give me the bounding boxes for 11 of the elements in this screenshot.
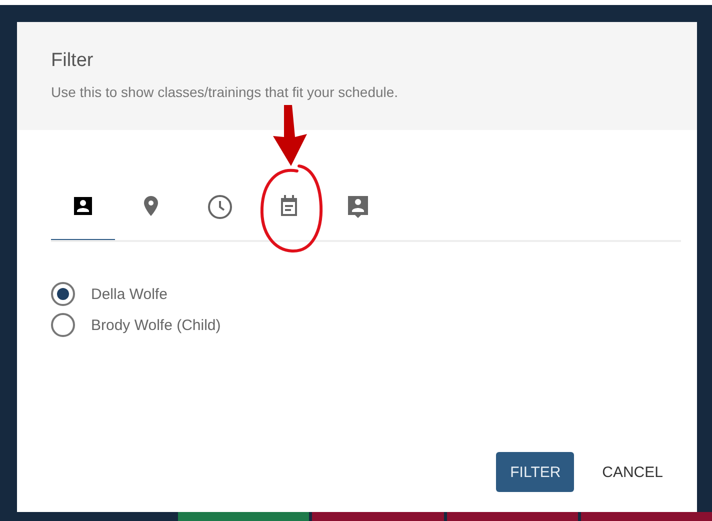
person-radio-option[interactable]: Brody Wolfe (Child) xyxy=(51,313,681,337)
person-card-icon xyxy=(71,194,95,218)
person-radio-option[interactable]: Della Wolfe xyxy=(51,282,681,306)
filter-button[interactable]: FILTER xyxy=(496,452,574,492)
cancel-button[interactable]: CANCEL xyxy=(588,452,681,492)
dialog-subtitle: Use this to show classes/trainings that fit your schedule. xyxy=(51,84,400,100)
contact-pin-icon xyxy=(346,194,370,220)
clock-icon xyxy=(206,194,232,220)
radio-button[interactable] xyxy=(51,313,75,337)
dialog-title: Filter xyxy=(51,50,94,72)
radio-button[interactable] xyxy=(51,282,75,306)
